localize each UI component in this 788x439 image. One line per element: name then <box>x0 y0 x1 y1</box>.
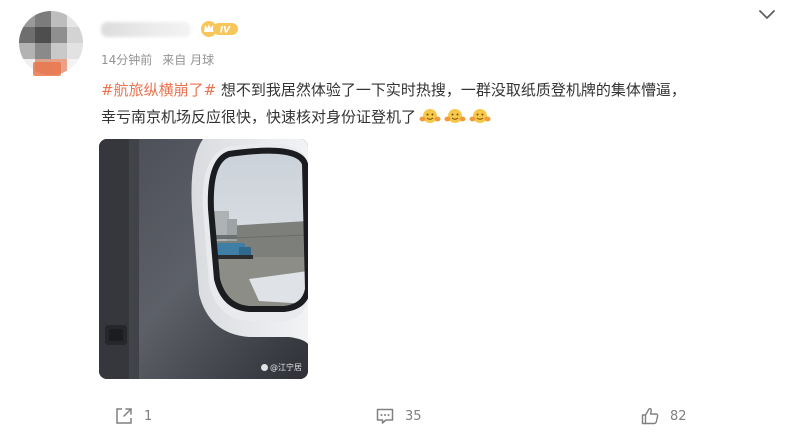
like-count: 82 <box>670 408 687 424</box>
image-watermark: @江宁居 <box>261 362 302 373</box>
comment-button[interactable]: 35 <box>375 404 422 428</box>
vip-crown-icon[interactable]: IV <box>200 19 240 39</box>
hug-emoji-icon <box>444 106 466 126</box>
post-text-part-2: 幸亏南京机场反应很快，快速核对身份证登机了 <box>101 108 417 126</box>
post-source: 来自 月球 <box>162 53 215 67</box>
comment-count: 35 <box>405 408 422 424</box>
post-text-line-2: 幸亏南京机场反应很快，快速核对身份证登机了 <box>101 104 771 131</box>
like-button[interactable]: 82 <box>640 404 687 428</box>
username-redacted[interactable] <box>101 22 191 37</box>
post-text: #航旅纵横崩了# 想不到我居然体验了一下实时热搜，一群没取纸质登机牌的集体懵逼，… <box>101 77 771 131</box>
hug-emoji-icon <box>419 106 441 126</box>
post-image-airplane-window[interactable]: @江宁居 <box>99 139 308 379</box>
post-text-part-1: 想不到我居然体验了一下实时热搜，一群没取纸质登机牌的集体懵逼， <box>216 81 686 99</box>
post-time[interactable]: 14分钟前 <box>101 53 152 67</box>
like-icon <box>640 406 660 426</box>
image-watermark-text: @江宁居 <box>270 363 302 372</box>
hug-emoji-icon <box>469 106 491 126</box>
chevron-down-icon[interactable] <box>756 6 778 24</box>
post-text-line-1: #航旅纵横崩了# 想不到我居然体验了一下实时热搜，一群没取纸质登机牌的集体懵逼， <box>101 77 771 104</box>
post-meta: 14分钟前 来自 月球 <box>101 51 214 68</box>
repost-button[interactable]: 1 <box>114 404 152 428</box>
repost-icon <box>114 406 134 426</box>
avatar-verified-badge <box>33 62 61 76</box>
vip-level-text: IV <box>220 26 231 36</box>
weibo-logo-icon <box>261 364 268 371</box>
weibo-post-card: IV 14分钟前 来自 月球 #航旅纵横崩了# 想不到我居然体验了一下实时热搜，一… <box>0 0 788 439</box>
hashtag-link[interactable]: #航旅纵横崩了# <box>101 81 216 99</box>
repost-count: 1 <box>144 408 153 424</box>
comment-icon <box>375 406 395 426</box>
